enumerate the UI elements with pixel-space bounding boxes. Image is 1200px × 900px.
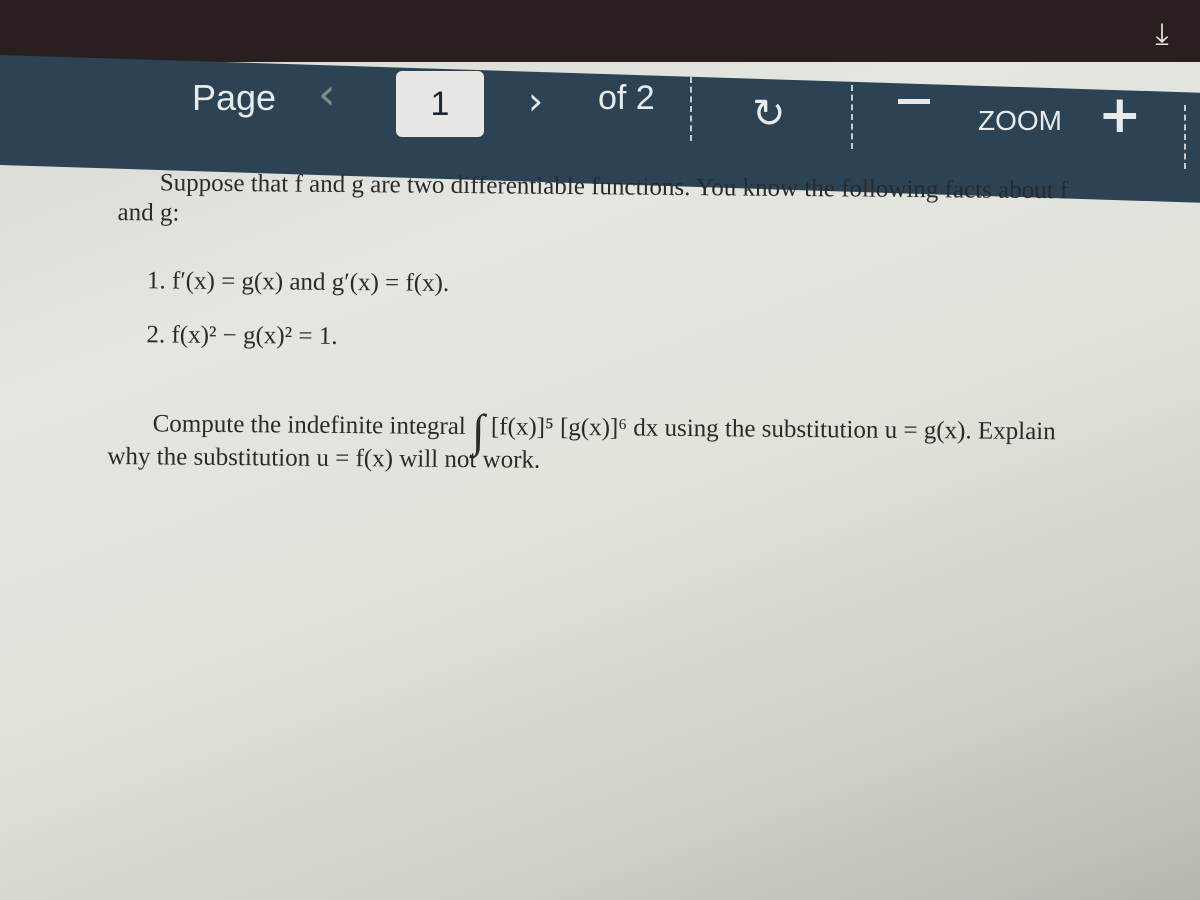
rotate-icon[interactable]: ↻ bbox=[752, 91, 786, 137]
intro-text-continued: and g: bbox=[117, 199, 180, 227]
page-label: Page bbox=[192, 77, 277, 118]
page-count-label: of 2 bbox=[598, 79, 655, 117]
page-number-input[interactable] bbox=[396, 71, 484, 137]
toolbar-divider bbox=[690, 77, 692, 141]
question-line-2: why the substitution u = f(x) will not w… bbox=[107, 442, 541, 474]
fact-1: 1. f′(x) = g(x) and g′(x) = f(x). bbox=[146, 267, 450, 297]
question-prefix: Compute the indefinite integral bbox=[152, 410, 466, 441]
integrand: [f(x)]⁵ [g(x)]⁶ dx bbox=[490, 413, 659, 442]
zoom-label: ZOOM bbox=[978, 105, 1062, 136]
fact-2: 2. f(x)² − g(x)² = 1. bbox=[146, 321, 338, 350]
chevron-right-icon[interactable]: › bbox=[528, 79, 543, 123]
chevron-left-icon[interactable]: ‹ bbox=[318, 69, 336, 120]
top-bar: ⤓ bbox=[0, 0, 1200, 62]
zoom-in-button[interactable]: + bbox=[1098, 85, 1142, 145]
question-suffix: using the substitution u = g(x). Explain bbox=[664, 414, 1056, 446]
toolbar-divider bbox=[851, 85, 853, 149]
toolbar-divider bbox=[1184, 105, 1186, 169]
zoom-out-button[interactable] bbox=[898, 99, 930, 104]
